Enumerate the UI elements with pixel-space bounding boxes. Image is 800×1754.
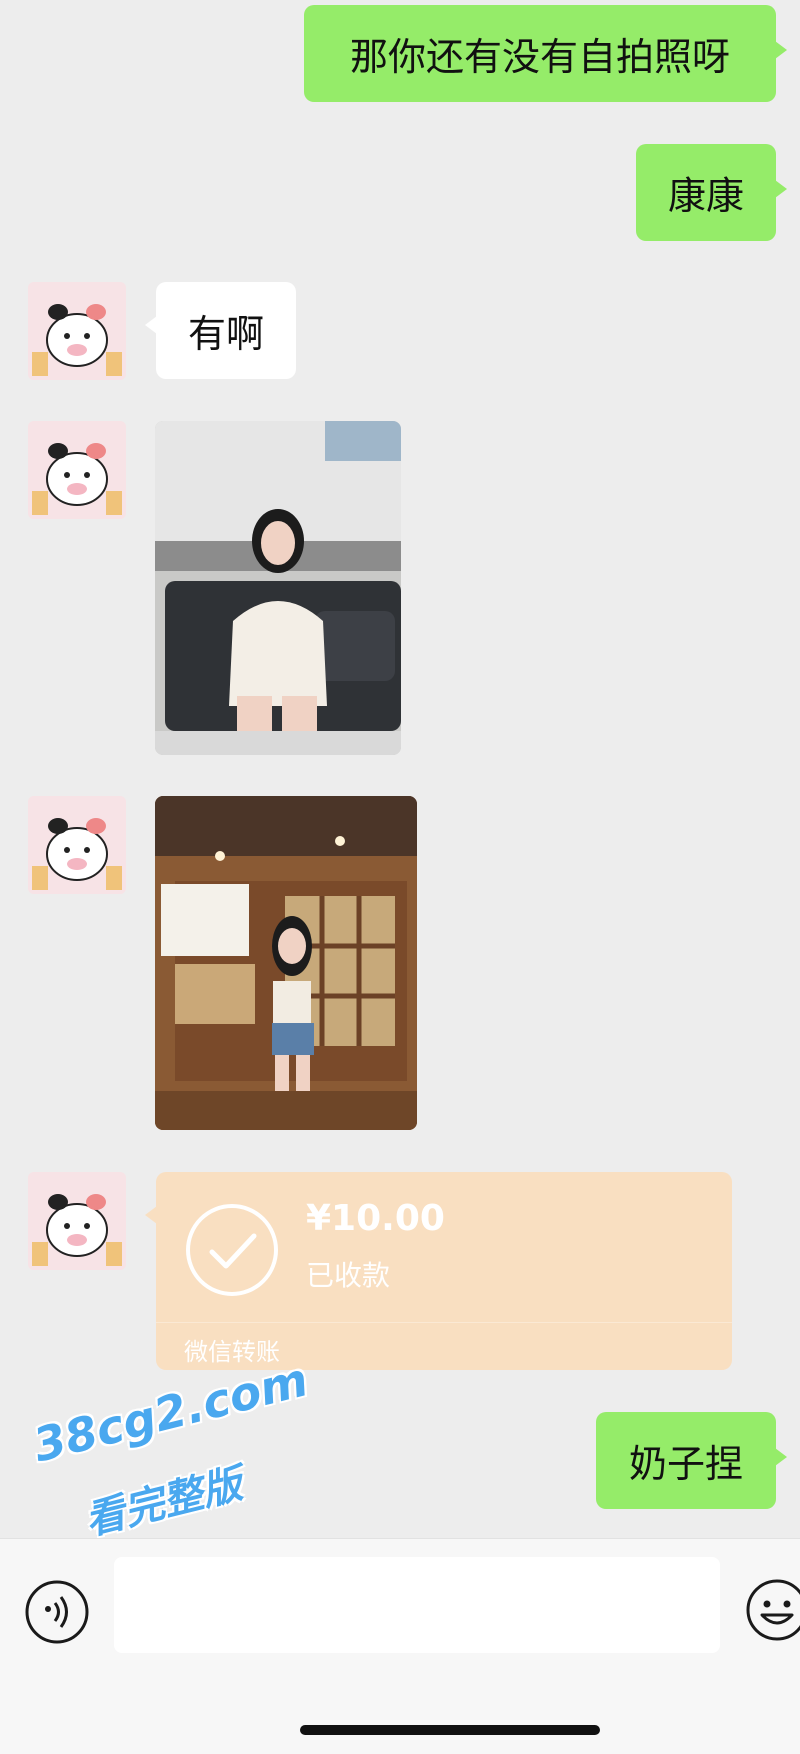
outgoing-message-bubble[interactable]: 那你还有没有自拍照呀 — [304, 5, 787, 102]
image-message[interactable] — [155, 796, 417, 1130]
image-message[interactable] — [155, 421, 401, 755]
divider — [156, 1322, 732, 1323]
outgoing-message-bubble[interactable]: 康康 — [636, 144, 787, 241]
message-text: 康康 — [667, 174, 744, 218]
incoming-message-bubble[interactable]: 有啊 — [145, 282, 296, 379]
message-text: 有啊 — [187, 312, 264, 356]
photo-wooden-storefront — [155, 796, 417, 1130]
message-text: 那你还有没有自拍照呀 — [349, 35, 730, 79]
contact-avatar[interactable] — [28, 282, 126, 380]
emoji-icon[interactable] — [744, 1577, 800, 1643]
outgoing-message-bubble[interactable]: 奶子捏 — [596, 1412, 787, 1509]
voice-input-icon[interactable] — [24, 1579, 90, 1645]
checkmark-circle-icon — [186, 1204, 278, 1296]
transfer-status: 已收款 — [306, 1259, 391, 1292]
cow-cartoon-avatar — [28, 282, 126, 380]
message-input[interactable] — [114, 1557, 720, 1653]
cow-cartoon-avatar — [28, 796, 126, 894]
transfer-amount: ¥10.00 — [306, 1198, 445, 1239]
contact-avatar[interactable] — [28, 796, 126, 894]
contact-avatar[interactable] — [28, 421, 126, 519]
wechat-transfer-card[interactable]: ¥10.00 已收款 微信转账 — [145, 1172, 732, 1370]
chat-input-bar — [0, 1538, 800, 1754]
home-indicator[interactable] — [300, 1725, 600, 1735]
selfie-photo-sofa — [155, 421, 401, 755]
watermark-tagline: 看完整版 — [80, 1460, 247, 1545]
watermark-site: 38cg2.com — [28, 1352, 314, 1473]
cow-cartoon-avatar — [28, 1172, 126, 1270]
cow-cartoon-avatar — [28, 421, 126, 519]
contact-avatar[interactable] — [28, 1172, 126, 1270]
message-text: 奶子捏 — [628, 1442, 743, 1486]
